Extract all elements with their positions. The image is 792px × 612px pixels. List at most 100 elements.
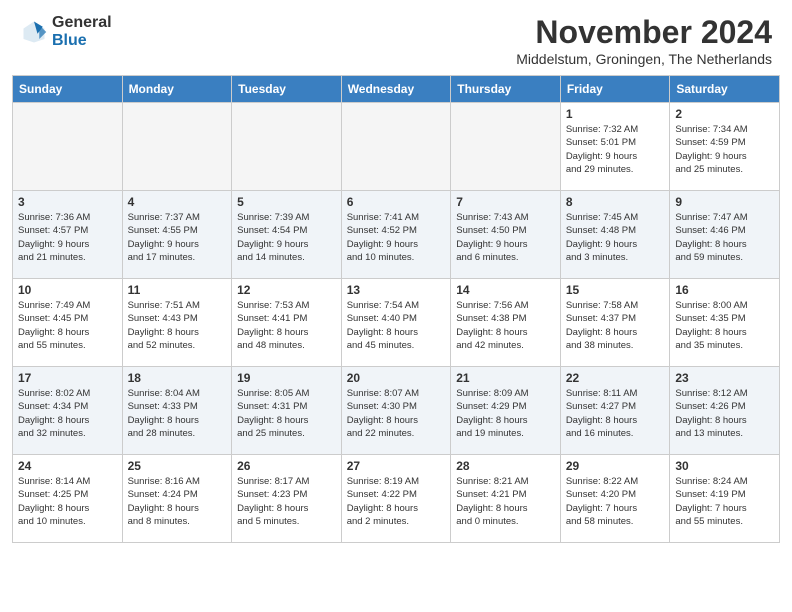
day-number: 6 — [347, 195, 446, 209]
calendar-cell: 7Sunrise: 7:43 AM Sunset: 4:50 PM Daylig… — [451, 191, 561, 279]
col-header-saturday: Saturday — [670, 76, 780, 103]
day-number: 7 — [456, 195, 555, 209]
calendar-cell: 11 Sunrise: 7:51 AM Sunset: 4:43 PM Dayli… — [122, 279, 232, 367]
logo-text: General Blue — [52, 14, 112, 49]
calendar-cell: 17Sunrise: 8:02 AM Sunset: 4:34 PM Dayli… — [13, 367, 123, 455]
calendar-week-2: 3 Sunrise: 7:36 AM Sunset: 4:57 PM Daylig… — [13, 191, 780, 279]
calendar-cell: 29Sunrise: 8:22 AM Sunset: 4:20 PM Dayli… — [560, 455, 670, 543]
calendar-header-row: SundayMondayTuesdayWednesdayThursdayFrid… — [13, 76, 780, 103]
calendar-cell: 12 Sunrise: 7:53 AM Sunset: 4:41 PM Dayli… — [232, 279, 342, 367]
calendar-cell: 24Sunrise: 8:14 AM Sunset: 4:25 PM Dayli… — [13, 455, 123, 543]
day-info: Sunrise: 8:02 AM Sunset: 4:34 PM Dayligh… — [18, 387, 117, 440]
day-number: 5 — [237, 195, 336, 209]
col-header-monday: Monday — [122, 76, 232, 103]
title-block: November 2024 Middelstum, Groningen, The… — [516, 14, 772, 67]
day-info: Sunrise: 7:49 AM Sunset: 4:45 PM Dayligh… — [18, 299, 117, 352]
col-header-wednesday: Wednesday — [341, 76, 451, 103]
calendar-cell — [451, 103, 561, 191]
calendar-table: SundayMondayTuesdayWednesdayThursdayFrid… — [12, 75, 780, 543]
calendar-cell: 4 Sunrise: 7:37 AM Sunset: 4:55 PM Daylig… — [122, 191, 232, 279]
day-info: Sunrise: 7:37 AM Sunset: 4:55 PM Dayligh… — [128, 211, 227, 264]
day-number: 19 — [237, 371, 336, 385]
day-info: Sunrise: 8:04 AM Sunset: 4:33 PM Dayligh… — [128, 387, 227, 440]
day-info: Sunrise: 8:21 AM Sunset: 4:21 PM Dayligh… — [456, 475, 555, 528]
day-info: Sunrise: 7:58 AM Sunset: 4:37 PM Dayligh… — [566, 299, 665, 352]
month-title: November 2024 — [516, 14, 772, 51]
day-number: 1 — [566, 107, 665, 121]
calendar-cell: 25Sunrise: 8:16 AM Sunset: 4:24 PM Dayli… — [122, 455, 232, 543]
calendar-cell: 28 Sunrise: 8:21 AM Sunset: 4:21 PM Dayli… — [451, 455, 561, 543]
calendar-cell: 2 Sunrise: 7:34 AM Sunset: 4:59 PM Daylig… — [670, 103, 780, 191]
day-info: Sunrise: 7:34 AM Sunset: 4:59 PM Dayligh… — [675, 123, 774, 176]
calendar-cell: 19 Sunrise: 8:05 AM Sunset: 4:31 PM Dayli… — [232, 367, 342, 455]
day-number: 28 — [456, 459, 555, 473]
calendar-week-4: 17Sunrise: 8:02 AM Sunset: 4:34 PM Dayli… — [13, 367, 780, 455]
day-info: Sunrise: 7:47 AM Sunset: 4:46 PM Dayligh… — [675, 211, 774, 264]
day-info: Sunrise: 8:11 AM Sunset: 4:27 PM Dayligh… — [566, 387, 665, 440]
logo: General Blue — [20, 14, 112, 49]
calendar-cell: 10 Sunrise: 7:49 AM Sunset: 4:45 PM Dayli… — [13, 279, 123, 367]
day-number: 3 — [18, 195, 117, 209]
calendar-cell: 16 Sunrise: 8:00 AM Sunset: 4:35 PM Dayli… — [670, 279, 780, 367]
calendar-cell: 9Sunrise: 7:47 AM Sunset: 4:46 PM Daylig… — [670, 191, 780, 279]
calendar-cell — [122, 103, 232, 191]
day-number: 15 — [566, 283, 665, 297]
day-info: Sunrise: 8:09 AM Sunset: 4:29 PM Dayligh… — [456, 387, 555, 440]
day-number: 21 — [456, 371, 555, 385]
calendar-cell: 6Sunrise: 7:41 AM Sunset: 4:52 PM Daylig… — [341, 191, 451, 279]
day-info: Sunrise: 7:53 AM Sunset: 4:41 PM Dayligh… — [237, 299, 336, 352]
day-info: Sunrise: 7:36 AM Sunset: 4:57 PM Dayligh… — [18, 211, 117, 264]
calendar-cell — [13, 103, 123, 191]
day-info: Sunrise: 8:07 AM Sunset: 4:30 PM Dayligh… — [347, 387, 446, 440]
day-number: 30 — [675, 459, 774, 473]
col-header-thursday: Thursday — [451, 76, 561, 103]
day-number: 20 — [347, 371, 446, 385]
calendar-cell: 20 Sunrise: 8:07 AM Sunset: 4:30 PM Dayli… — [341, 367, 451, 455]
calendar-cell — [232, 103, 342, 191]
calendar-cell: 27Sunrise: 8:19 AM Sunset: 4:22 PM Dayli… — [341, 455, 451, 543]
day-info: Sunrise: 7:54 AM Sunset: 4:40 PM Dayligh… — [347, 299, 446, 352]
day-info: Sunrise: 8:17 AM Sunset: 4:23 PM Dayligh… — [237, 475, 336, 528]
day-number: 27 — [347, 459, 446, 473]
col-header-tuesday: Tuesday — [232, 76, 342, 103]
calendar-cell: 22 Sunrise: 8:11 AM Sunset: 4:27 PM Dayli… — [560, 367, 670, 455]
day-info: Sunrise: 7:51 AM Sunset: 4:43 PM Dayligh… — [128, 299, 227, 352]
calendar-cell: 18 Sunrise: 8:04 AM Sunset: 4:33 PM Dayli… — [122, 367, 232, 455]
day-number: 4 — [128, 195, 227, 209]
page-header: General Blue November 2024 Middelstum, G… — [0, 0, 792, 75]
day-info: Sunrise: 8:22 AM Sunset: 4:20 PM Dayligh… — [566, 475, 665, 528]
day-number: 8 — [566, 195, 665, 209]
day-number: 11 — [128, 283, 227, 297]
day-number: 18 — [128, 371, 227, 385]
calendar-cell — [341, 103, 451, 191]
location-subtitle: Middelstum, Groningen, The Netherlands — [516, 51, 772, 67]
day-info: Sunrise: 8:00 AM Sunset: 4:35 PM Dayligh… — [675, 299, 774, 352]
logo-icon — [20, 18, 48, 46]
calendar-cell: 8Sunrise: 7:45 AM Sunset: 4:48 PM Daylig… — [560, 191, 670, 279]
day-number: 16 — [675, 283, 774, 297]
day-number: 26 — [237, 459, 336, 473]
day-number: 14 — [456, 283, 555, 297]
col-header-friday: Friday — [560, 76, 670, 103]
day-number: 22 — [566, 371, 665, 385]
calendar-cell: 26 Sunrise: 8:17 AM Sunset: 4:23 PM Dayli… — [232, 455, 342, 543]
day-number: 24 — [18, 459, 117, 473]
day-number: 2 — [675, 107, 774, 121]
calendar-cell: 30 Sunrise: 8:24 AM Sunset: 4:19 PM Dayli… — [670, 455, 780, 543]
calendar-cell: 3 Sunrise: 7:36 AM Sunset: 4:57 PM Daylig… — [13, 191, 123, 279]
day-info: Sunrise: 7:39 AM Sunset: 4:54 PM Dayligh… — [237, 211, 336, 264]
calendar-week-5: 24Sunrise: 8:14 AM Sunset: 4:25 PM Dayli… — [13, 455, 780, 543]
day-info: Sunrise: 8:16 AM Sunset: 4:24 PM Dayligh… — [128, 475, 227, 528]
day-info: Sunrise: 7:56 AM Sunset: 4:38 PM Dayligh… — [456, 299, 555, 352]
day-info: Sunrise: 8:12 AM Sunset: 4:26 PM Dayligh… — [675, 387, 774, 440]
day-info: Sunrise: 8:24 AM Sunset: 4:19 PM Dayligh… — [675, 475, 774, 528]
calendar-cell: 5 Sunrise: 7:39 AM Sunset: 4:54 PM Daylig… — [232, 191, 342, 279]
calendar-cell: 13Sunrise: 7:54 AM Sunset: 4:40 PM Dayli… — [341, 279, 451, 367]
day-number: 12 — [237, 283, 336, 297]
calendar-cell: 15 Sunrise: 7:58 AM Sunset: 4:37 PM Dayli… — [560, 279, 670, 367]
calendar-cell: 14 Sunrise: 7:56 AM Sunset: 4:38 PM Dayli… — [451, 279, 561, 367]
day-number: 10 — [18, 283, 117, 297]
calendar-cell: 23Sunrise: 8:12 AM Sunset: 4:26 PM Dayli… — [670, 367, 780, 455]
calendar-cell: 1Sunrise: 7:32 AM Sunset: 5:01 PM Daylig… — [560, 103, 670, 191]
day-info: Sunrise: 8:05 AM Sunset: 4:31 PM Dayligh… — [237, 387, 336, 440]
